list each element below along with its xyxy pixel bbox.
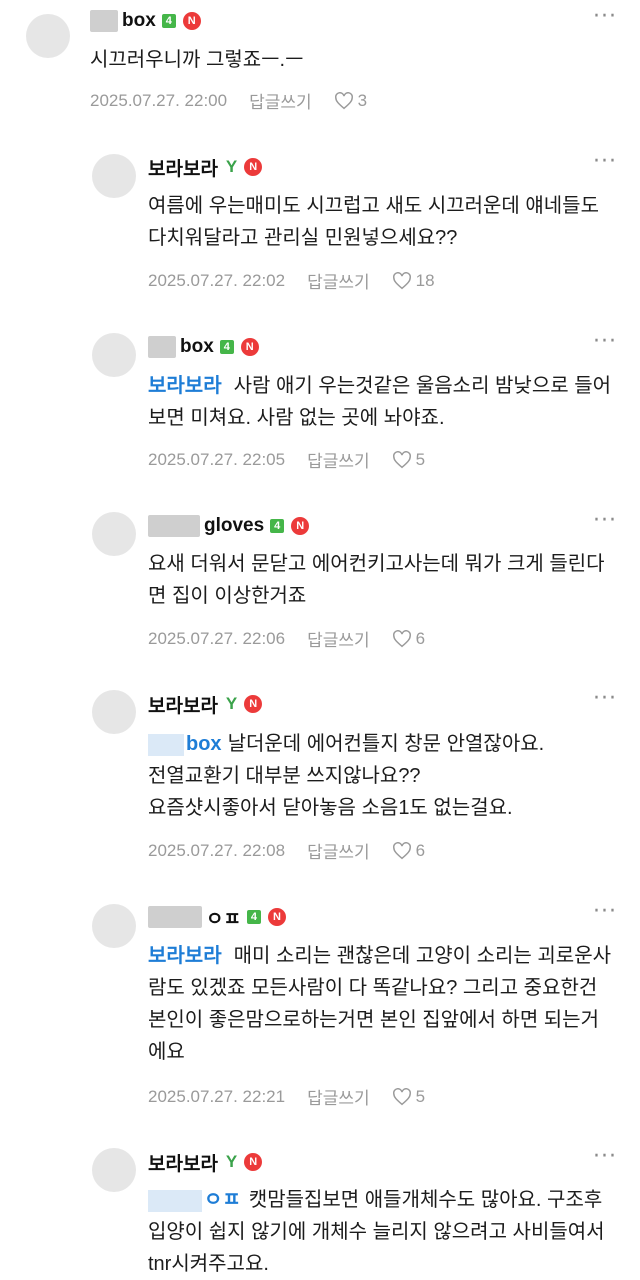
- like-button[interactable]: 6: [392, 841, 425, 861]
- author-row: ㅇㅍ 4 N: [148, 904, 286, 930]
- heart-outline-icon: [392, 629, 411, 647]
- grade-icon: 4: [270, 519, 285, 533]
- comment-body: 보라보라 사람 애기 우는것같은 울음소리 밤낮으로 들어보면 미쳐요. 사람 없…: [148, 370, 612, 434]
- more-dots-icon[interactable]: ···: [592, 151, 618, 181]
- author-row: gloves 4 N: [148, 513, 310, 539]
- comment-meta: 2025.07.27. 22:00 답글쓰기 3: [90, 88, 367, 113]
- n-badge-icon: N: [267, 908, 286, 926]
- like-button[interactable]: 18: [392, 271, 435, 291]
- comment-body: 보라보라 매미 소리는 괜찮은데 고양이 소리는 괴로운사람도 있겠죠 모든사람이…: [148, 940, 612, 1068]
- avatar[interactable]: [92, 1148, 136, 1192]
- blurred-name: [148, 906, 202, 928]
- reply-button[interactable]: 답글쓰기: [307, 1084, 370, 1109]
- heart-outline-icon: [392, 1087, 411, 1105]
- n-badge-icon: N: [291, 517, 310, 535]
- reply-button[interactable]: 답글쓰기: [307, 268, 370, 293]
- heart-outline-icon: [392, 841, 411, 859]
- author-name[interactable]: gloves: [204, 515, 264, 537]
- n-badge-icon: N: [240, 338, 259, 356]
- blurred-name: [148, 336, 176, 358]
- timestamp: 2025.07.27. 22:21: [148, 1086, 286, 1106]
- more-dots-icon[interactable]: ···: [592, 6, 618, 36]
- n-badge-icon: N: [244, 1153, 263, 1171]
- sprout-icon: Y: [225, 694, 238, 713]
- reply-button[interactable]: 답글쓰기: [307, 447, 370, 472]
- author-row: box 4 N: [148, 334, 259, 360]
- blurred-mention: [148, 1189, 202, 1212]
- blurred-mention: [148, 733, 184, 756]
- timestamp: 2025.07.27. 22:08: [148, 840, 286, 860]
- more-dots-icon[interactable]: ···: [592, 901, 618, 931]
- comment-meta: 2025.07.27. 22:02 답글쓰기 18: [148, 268, 435, 293]
- avatar[interactable]: [92, 333, 136, 377]
- mention-link[interactable]: 보라보라: [148, 375, 222, 397]
- like-button[interactable]: 3: [334, 91, 367, 111]
- comment-meta: 2025.07.27. 22:21 답글쓰기 5: [148, 1084, 425, 1109]
- comment-body: ㅇㅍ 캣맘들집보면 애들개체수도 많아요. 구조후입양이 쉽지 않기에 개체수 늘…: [148, 1184, 612, 1280]
- heart-outline-icon: [392, 450, 411, 468]
- avatar[interactable]: [92, 690, 136, 734]
- like-button[interactable]: 5: [392, 450, 425, 470]
- like-count: 5: [415, 1086, 426, 1106]
- grade-icon: 4: [246, 910, 261, 924]
- author-row: 보라보라 Y N: [148, 154, 263, 181]
- mention-link[interactable]: ㅇㅍ: [204, 1189, 241, 1211]
- comment-body: 여름에 우는매미도 시끄럽고 새도 시끄러운데 얘네들도 다치워달라고 관리실 …: [148, 195, 599, 249]
- avatar[interactable]: [26, 14, 70, 58]
- n-badge-icon: N: [182, 12, 201, 30]
- comment-line: box 날더운데 에어컨틀지 창문 안열잖아요.: [148, 728, 612, 760]
- heart-outline-icon: [334, 91, 353, 109]
- avatar[interactable]: [92, 904, 136, 948]
- more-dots-icon[interactable]: ···: [592, 688, 618, 718]
- comment-meta: 2025.07.27. 22:05 답글쓰기 5: [148, 447, 425, 472]
- like-count: 6: [415, 628, 426, 648]
- like-count: 18: [415, 270, 435, 290]
- more-dots-icon[interactable]: ···: [592, 331, 618, 361]
- comment-body: box 날더운데 에어컨틀지 창문 안열잖아요. 전열교환기 대부분 쓰지않나요?…: [148, 728, 612, 824]
- sprout-icon: Y: [225, 1152, 238, 1171]
- comment-line: 요즘샷시좋아서 닫아놓음 소음1도 없는걸요.: [148, 797, 513, 819]
- timestamp: 2025.07.27. 22:00: [90, 90, 228, 110]
- avatar[interactable]: [92, 512, 136, 556]
- timestamp: 2025.07.27. 22:05: [148, 449, 286, 469]
- n-badge-icon: N: [244, 695, 263, 713]
- blurred-name: [148, 515, 200, 537]
- like-count: 3: [357, 90, 368, 110]
- timestamp: 2025.07.27. 22:06: [148, 628, 286, 648]
- author-name[interactable]: box: [180, 336, 214, 358]
- author-row: 보라보라 Y N: [148, 1149, 263, 1176]
- mention-link[interactable]: 보라보라: [148, 945, 222, 967]
- sprout-icon: Y: [225, 157, 238, 176]
- comment-line: 전열교환기 대부분 쓰지않나요??: [148, 765, 421, 787]
- grade-icon: 4: [219, 340, 234, 354]
- like-count: 6: [415, 840, 426, 860]
- more-dots-icon[interactable]: ···: [592, 1146, 618, 1176]
- blurred-name: [90, 10, 118, 32]
- reply-button[interactable]: 답글쓰기: [307, 626, 370, 651]
- reply-button[interactable]: 답글쓰기: [249, 88, 312, 113]
- like-count: 5: [415, 449, 426, 469]
- grade-icon: 4: [161, 14, 176, 28]
- avatar[interactable]: [92, 154, 136, 198]
- comment-body: 요새 더워서 문닫고 에어컨키고사는데 뭐가 크게 들린다면 집이 이상한거죠: [148, 553, 605, 607]
- more-dots-icon[interactable]: ···: [592, 510, 618, 540]
- comment-text: 날더운데 에어컨틀지 창문 안열잖아요.: [227, 733, 545, 755]
- comment-body: 시끄러우니까 그렇죠ㅡ.ㅡ: [90, 49, 304, 71]
- author-name[interactable]: 보라보라: [148, 1149, 218, 1176]
- author-name[interactable]: 보라보라: [148, 691, 218, 718]
- timestamp: 2025.07.27. 22:02: [148, 270, 286, 290]
- author-name[interactable]: box: [122, 10, 156, 32]
- comment-meta: 2025.07.27. 22:08 답글쓰기 6: [148, 838, 425, 863]
- author-row: 보라보라 Y N: [148, 691, 263, 718]
- reply-button[interactable]: 답글쓰기: [307, 838, 370, 863]
- n-badge-icon: N: [244, 158, 263, 176]
- comment-meta: 2025.07.27. 22:06 답글쓰기 6: [148, 626, 425, 651]
- heart-outline-icon: [392, 271, 411, 289]
- author-name[interactable]: 보라보라: [148, 154, 218, 181]
- like-button[interactable]: 6: [392, 629, 425, 649]
- author-name[interactable]: ㅇㅍ: [206, 904, 241, 931]
- author-row: box 4 N: [90, 8, 201, 34]
- like-button[interactable]: 5: [392, 1087, 425, 1107]
- mention-link[interactable]: box: [186, 733, 222, 755]
